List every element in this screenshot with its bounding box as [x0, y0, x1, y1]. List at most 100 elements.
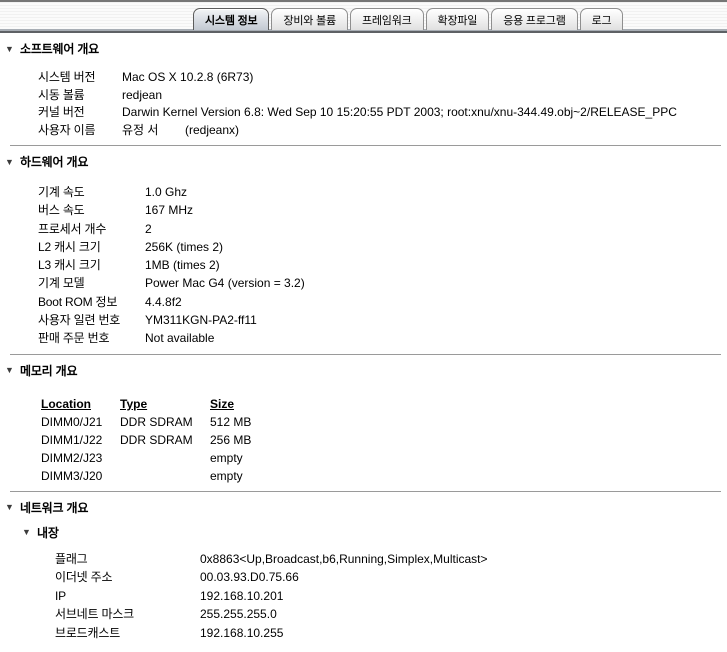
- tab-system-info[interactable]: 시스템 정보: [193, 8, 269, 30]
- cell-location: DIMM3/J20: [41, 467, 120, 485]
- row-value: Darwin Kernel Version 6.8: Wed Sep 10 15…: [122, 104, 677, 122]
- row-value: redjean: [122, 87, 162, 105]
- section-divider: [10, 491, 721, 492]
- column-header-type: Type: [120, 395, 210, 413]
- row-label: 이더넷 주소: [55, 568, 200, 587]
- info-row-system-version: 시스템 버전 Mac OS X 10.2.8 (6R73): [0, 69, 727, 87]
- cell-size: 256 MB: [210, 431, 251, 449]
- cell-size: empty: [210, 467, 243, 485]
- cell-size: empty: [210, 449, 243, 467]
- row-label: 사용자 일련 번호: [38, 311, 145, 329]
- section-header: ▼ 소프트웨어 개요: [0, 40, 727, 57]
- section-memory-overview: ▼ 메모리 개요 Location Type Size DIMM0/J21 DD…: [0, 362, 727, 485]
- tab-label: 장비와 볼륨: [283, 12, 335, 28]
- row-label: 기계 속도: [38, 183, 145, 201]
- software-rows: 시스템 버전 Mac OS X 10.2.8 (6R73) 시동 볼륨 redj…: [0, 69, 727, 139]
- tab-label: 로그: [592, 12, 612, 28]
- section-title: 소프트웨어 개요: [20, 40, 99, 57]
- row-value: 1.0 Ghz: [145, 183, 187, 201]
- row-label: 브로드캐스트: [55, 624, 200, 643]
- section-header: ▼ 메모리 개요: [0, 362, 727, 379]
- section-network-overview: ▼ 네트워크 개요 ▼ 내장 플래그 0x8863<Up,Broadcast,b…: [0, 499, 727, 643]
- cell-size: 512 MB: [210, 413, 251, 431]
- row-label: 시스템 버전: [38, 69, 122, 87]
- row-label: 프로세서 개수: [38, 220, 145, 238]
- tab-extensions[interactable]: 확장파일: [426, 8, 490, 30]
- tab-logs[interactable]: 로그: [580, 8, 624, 30]
- section-title: 하드웨어 개요: [20, 153, 88, 170]
- info-row-boot-volume: 시동 볼륨 redjean: [0, 87, 727, 105]
- subsection-builtin: ▼ 내장: [0, 524, 727, 541]
- disclosure-triangle-icon[interactable]: ▼: [5, 364, 20, 376]
- row-value: 255.255.255.0: [200, 605, 277, 624]
- memory-table: Location Type Size DIMM0/J21 DDR SDRAM 5…: [41, 395, 727, 485]
- row-value: 167 MHz: [145, 201, 193, 219]
- cell-type: [120, 467, 210, 485]
- row-value: Not available: [145, 329, 214, 347]
- section-header: ▼ 하드웨어 개요: [0, 153, 727, 170]
- disclosure-triangle-icon[interactable]: ▼: [5, 156, 20, 168]
- table-row-dimm3: DIMM3/J20 empty: [41, 467, 727, 485]
- cell-location: DIMM1/J22: [41, 431, 120, 449]
- row-value: 00.03.93.D0.75.66: [200, 568, 299, 587]
- row-label: 사용자 이름: [38, 122, 122, 140]
- row-value: Mac OS X 10.2.8 (6R73): [122, 69, 253, 87]
- info-row-user-name: 사용자 이름 유정 서 (redjeanx): [0, 122, 727, 140]
- network-rows: 플래그 0x8863<Up,Broadcast,b6,Running,Simpl…: [0, 550, 727, 643]
- section-software-overview: ▼ 소프트웨어 개요 시스템 버전 Mac OS X 10.2.8 (6R73)…: [0, 40, 727, 139]
- tab-label: 시스템 정보: [205, 12, 257, 28]
- info-row-l2-cache: L2 캐시 크기 256K (times 2): [0, 238, 727, 256]
- row-label: Boot ROM 정보: [38, 293, 145, 311]
- column-header-size: Size: [210, 395, 234, 413]
- info-row-boot-rom: Boot ROM 정보 4.4.8f2: [0, 293, 727, 311]
- info-row-flags: 플래그 0x8863<Up,Broadcast,b6,Running,Simpl…: [0, 550, 727, 569]
- row-value: YM311KGN-PA2-ff11: [145, 311, 257, 329]
- row-label: L3 캐시 크기: [38, 256, 145, 274]
- row-label: 버스 속도: [38, 201, 145, 219]
- row-label: 플래그: [55, 550, 200, 569]
- row-value: 256K (times 2): [145, 238, 223, 256]
- tab-label: 확장파일: [438, 12, 478, 28]
- info-row-kernel-version: 커널 버전 Darwin Kernel Version 6.8: Wed Sep…: [0, 104, 727, 122]
- section-hardware-overview: ▼ 하드웨어 개요 기계 속도 1.0 Ghz 버스 속도 167 MHz 프로…: [0, 153, 727, 348]
- tab-strip: 시스템 정보 장비와 볼륨 프레임워크 확장파일 응용 프로그램 로그: [193, 8, 623, 30]
- row-value-secondary: (redjeanx): [185, 122, 239, 140]
- section-header: ▼ 네트워크 개요: [0, 499, 727, 516]
- row-value: 192.168.10.201: [200, 587, 283, 606]
- tab-label: 응용 프로그램: [503, 12, 565, 28]
- hardware-rows: 기계 속도 1.0 Ghz 버스 속도 167 MHz 프로세서 개수 2 L2…: [0, 183, 727, 348]
- tab-devices-volumes[interactable]: 장비와 볼륨: [271, 8, 347, 30]
- header-divider-line: [0, 31, 727, 33]
- info-row-l3-cache: L3 캐시 크기 1MB (times 2): [0, 256, 727, 274]
- disclosure-triangle-icon[interactable]: ▼: [22, 526, 37, 538]
- info-row-subnet-mask: 서브네트 마스크 255.255.255.0: [0, 605, 727, 624]
- tab-label: 프레임워크: [362, 12, 412, 28]
- section-title: 네트워크 개요: [20, 499, 88, 516]
- disclosure-triangle-icon[interactable]: ▼: [5, 501, 20, 513]
- system-info-panel: ▼ 소프트웨어 개요 시스템 버전 Mac OS X 10.2.8 (6R73)…: [0, 40, 727, 643]
- table-row-dimm2: DIMM2/J23 empty: [41, 449, 727, 467]
- row-value: 0x8863<Up,Broadcast,b6,Running,Simplex,M…: [200, 550, 488, 569]
- cell-location: DIMM2/J23: [41, 449, 120, 467]
- info-row-machine-model: 기계 모델 Power Mac G4 (version = 3.2): [0, 274, 727, 292]
- cell-type: DDR SDRAM: [120, 413, 210, 431]
- info-row-serial-number: 사용자 일련 번호 YM311KGN-PA2-ff11: [0, 311, 727, 329]
- row-label: 서브네트 마스크: [55, 605, 200, 624]
- row-label: 커널 버전: [38, 104, 122, 122]
- table-row-dimm1: DIMM1/J22 DDR SDRAM 256 MB: [41, 431, 727, 449]
- memory-table-header: Location Type Size: [41, 395, 727, 413]
- info-row-machine-speed: 기계 속도 1.0 Ghz: [0, 183, 727, 201]
- section-title: 메모리 개요: [20, 362, 77, 379]
- cell-location: DIMM0/J21: [41, 413, 120, 431]
- section-divider: [10, 354, 721, 355]
- cell-type: DDR SDRAM: [120, 431, 210, 449]
- row-label: IP: [55, 587, 200, 606]
- tab-applications[interactable]: 응용 프로그램: [491, 8, 577, 30]
- disclosure-triangle-icon[interactable]: ▼: [5, 43, 20, 55]
- row-label: L2 캐시 크기: [38, 238, 145, 256]
- info-row-cpu-count: 프로세서 개수 2: [0, 220, 727, 238]
- tab-frameworks[interactable]: 프레임워크: [350, 8, 424, 30]
- info-row-bus-speed: 버스 속도 167 MHz: [0, 201, 727, 219]
- column-header-location: Location: [41, 395, 120, 413]
- row-value: 192.168.10.255: [200, 624, 283, 643]
